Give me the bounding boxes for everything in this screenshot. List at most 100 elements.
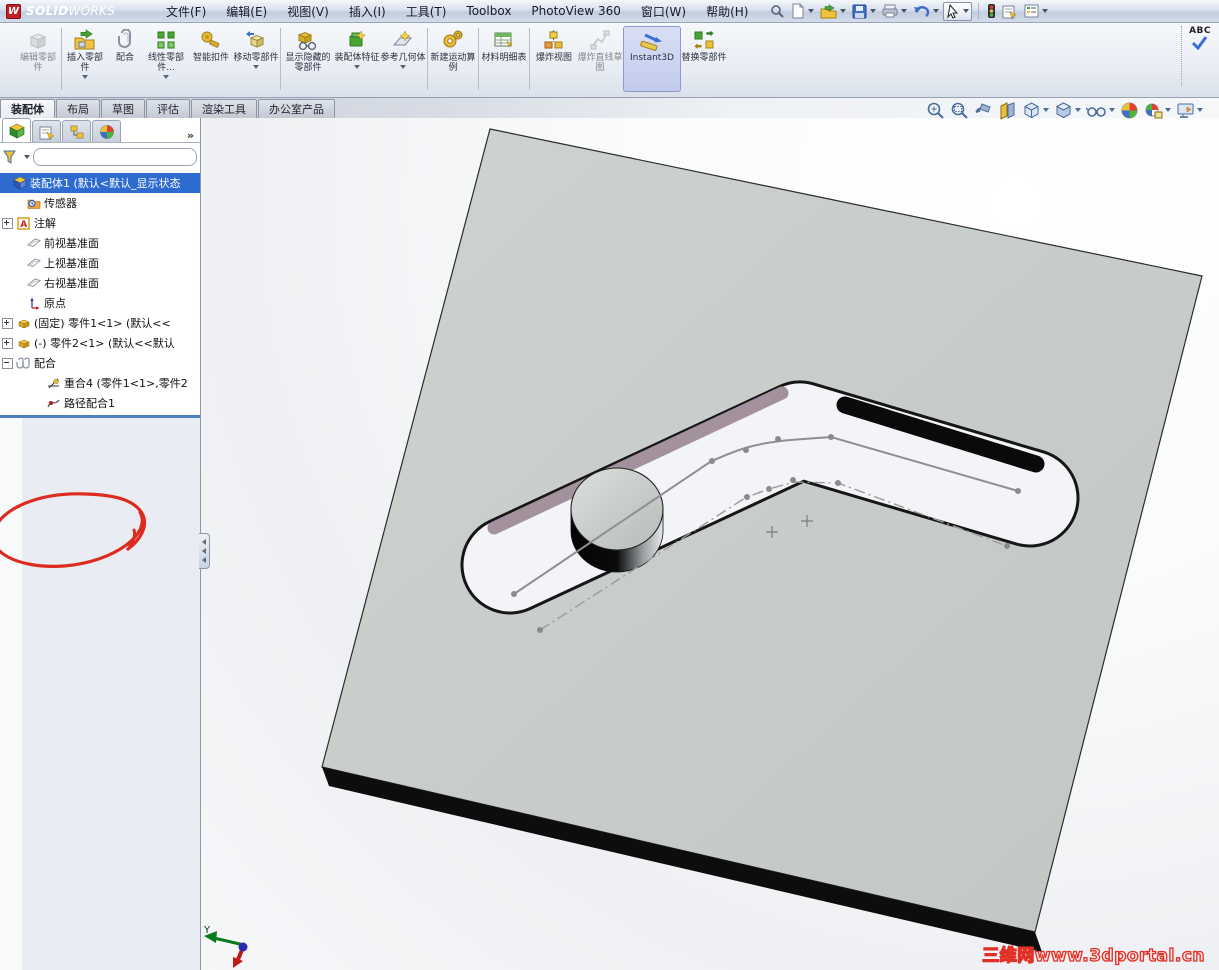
display-style-icon[interactable]: [1053, 100, 1082, 121]
tab-layout[interactable]: 布局: [56, 99, 100, 118]
spellcheck-abc-label: ABC: [1189, 26, 1211, 36]
edit-component-button[interactable]: 编辑零部件: [16, 26, 60, 92]
edit-appearance-icon[interactable]: [1119, 100, 1140, 121]
smart-fasteners-icon: [199, 28, 223, 52]
menu-photoview360[interactable]: PhotoView 360: [521, 2, 630, 20]
plate-part[interactable]: [321, 128, 1203, 952]
new-motion-study-button[interactable]: 新建运动算例: [429, 26, 477, 92]
tab-displaymanager[interactable]: [92, 120, 121, 142]
panel-more-chevrons[interactable]: »: [187, 129, 194, 142]
menu-toolbox[interactable]: Toolbox: [456, 2, 521, 20]
watermark-text: 三维网www.3dportal.cn: [982, 945, 1206, 966]
exploded-view-button[interactable]: 爆炸视图: [531, 26, 577, 92]
menu-bar: W SOLIDWORKS 文件(F) 编辑(E) 视图(V) 插入(I) 工具(…: [0, 0, 1219, 23]
tree-item-path-mate[interactable]: 路径配合1: [0, 393, 200, 413]
undo-button[interactable]: [911, 3, 941, 20]
filter-dropdown-caret[interactable]: [24, 155, 30, 159]
mate-button[interactable]: 配合: [107, 26, 143, 92]
previous-view-icon[interactable]: [973, 100, 994, 121]
menu-insert[interactable]: 插入(I): [339, 1, 396, 22]
section-view-icon[interactable]: [997, 100, 1018, 121]
zoom-to-fit-icon[interactable]: [925, 100, 946, 121]
collapse-toggle[interactable]: [2, 357, 13, 369]
propertymanager-icon: [39, 126, 55, 140]
assembly-features-icon: [345, 28, 369, 52]
tree-item-origin[interactable]: 原点: [0, 293, 200, 313]
view-orientation-icon[interactable]: [1021, 100, 1050, 121]
move-component-button[interactable]: 移动零部件: [233, 26, 279, 92]
edit-component-icon: [26, 28, 50, 52]
instant3d-button[interactable]: Instant3D: [623, 26, 681, 92]
tree-item-assembly-root[interactable]: 装配体1 (默认<默认_显示状态: [0, 173, 200, 193]
app-logo: W SOLIDWORKS: [0, 0, 138, 22]
expand-toggle[interactable]: [2, 217, 13, 229]
featuremanager-tree-icon: [8, 123, 25, 138]
plane-icon: [26, 276, 41, 290]
spell-checker-button[interactable]: ABC: [1189, 26, 1211, 50]
tree-item-part1[interactable]: (固定) 零件1<1> (默认<<: [0, 313, 200, 333]
tree-item-coincident-mate[interactable]: 重合4 (零件1<1>,零件2: [0, 373, 200, 393]
menu-file[interactable]: 文件(F): [156, 1, 216, 22]
tab-evaluate[interactable]: 评估: [146, 99, 190, 118]
assembly-features-button[interactable]: 装配体特征: [334, 26, 380, 92]
tree-item-top-plane[interactable]: 上视基准面: [0, 253, 200, 273]
tree-item-sensors[interactable]: 传感器: [0, 193, 200, 213]
expand-toggle[interactable]: [2, 317, 13, 329]
mates-icon: [16, 356, 31, 370]
motion-study-icon: [441, 28, 465, 52]
task-pane-icon[interactable]: [1022, 3, 1050, 19]
smart-fasteners-button[interactable]: 智能扣件: [189, 26, 233, 92]
expand-toggle[interactable]: [2, 337, 13, 349]
view-settings-icon[interactable]: [1175, 101, 1204, 120]
reference-geometry-button[interactable]: 参考几何体: [380, 26, 426, 92]
tree-filter-input[interactable]: [33, 148, 197, 166]
tree-item-part2[interactable]: (-) 零件2<1> (默认<<默认: [0, 333, 200, 353]
tree-item-front-plane[interactable]: 前视基准面: [0, 233, 200, 253]
search-icon[interactable]: [768, 3, 787, 20]
tab-assembly[interactable]: 装配体: [0, 99, 55, 118]
command-tab-row: 装配体 布局 草图 评估 渲染工具 办公室产品: [0, 98, 1219, 121]
graphics-area[interactable]: Y 三维网www.3dportal.cn: [201, 118, 1219, 970]
tab-sketch[interactable]: 草图: [101, 99, 145, 118]
menu-help[interactable]: 帮助(H): [696, 1, 758, 22]
filter-funnel-icon[interactable]: [3, 150, 18, 164]
bill-of-materials-icon: [492, 28, 516, 52]
show-hidden-components-button[interactable]: 显示隐藏的零部件: [282, 26, 334, 92]
replace-components-icon: [692, 28, 716, 52]
bill-of-materials-button[interactable]: 材料明细表: [480, 26, 528, 92]
zoom-to-area-icon[interactable]: [949, 100, 970, 121]
assembly-icon: [12, 176, 27, 190]
tab-render-tools[interactable]: 渲染工具: [191, 99, 257, 118]
insert-components-button[interactable]: 插入零部件: [63, 26, 107, 92]
menu-tools[interactable]: 工具(T): [396, 1, 457, 22]
tree-item-right-plane[interactable]: 右视基准面: [0, 273, 200, 293]
open-document-button[interactable]: [818, 3, 848, 20]
panel-splitter-handle[interactable]: [199, 533, 210, 569]
panel-lower-pane: [0, 418, 200, 970]
new-document-button[interactable]: [789, 2, 816, 20]
linear-component-pattern-button[interactable]: 线性零部件...: [143, 26, 189, 92]
hide-show-items-icon[interactable]: [1085, 100, 1116, 121]
tab-configurationmanager[interactable]: [62, 120, 91, 142]
tree-item-mates-folder[interactable]: 配合: [0, 353, 200, 373]
explode-line-sketch-icon: [588, 28, 612, 52]
heads-up-view-toolbar: [925, 99, 1204, 121]
traffic-light-icon[interactable]: [985, 2, 998, 20]
command-tabs: 装配体 布局 草图 评估 渲染工具 办公室产品: [0, 98, 336, 118]
tab-featuremanager-tree[interactable]: [2, 118, 31, 142]
cylinder-part[interactable]: [570, 467, 664, 573]
menu-window[interactable]: 窗口(W): [631, 1, 696, 22]
tree-item-annotations[interactable]: A 注解: [0, 213, 200, 233]
explode-line-sketch-button[interactable]: 爆炸直线草图: [577, 26, 623, 92]
solidworks-window: W SOLIDWORKS 文件(F) 编辑(E) 视图(V) 插入(I) 工具(…: [0, 0, 1219, 970]
options-form-icon[interactable]: [1000, 3, 1020, 20]
select-cursor-button[interactable]: [943, 1, 973, 21]
replace-components-button[interactable]: 替换零部件: [681, 26, 727, 92]
menu-edit[interactable]: 编辑(E): [216, 1, 277, 22]
print-button[interactable]: [880, 3, 909, 19]
save-button[interactable]: [850, 3, 878, 20]
menu-view[interactable]: 视图(V): [277, 1, 339, 22]
apply-scene-icon[interactable]: [1143, 100, 1172, 121]
tab-propertymanager[interactable]: [32, 120, 61, 142]
tab-office-products[interactable]: 办公室产品: [258, 99, 335, 118]
